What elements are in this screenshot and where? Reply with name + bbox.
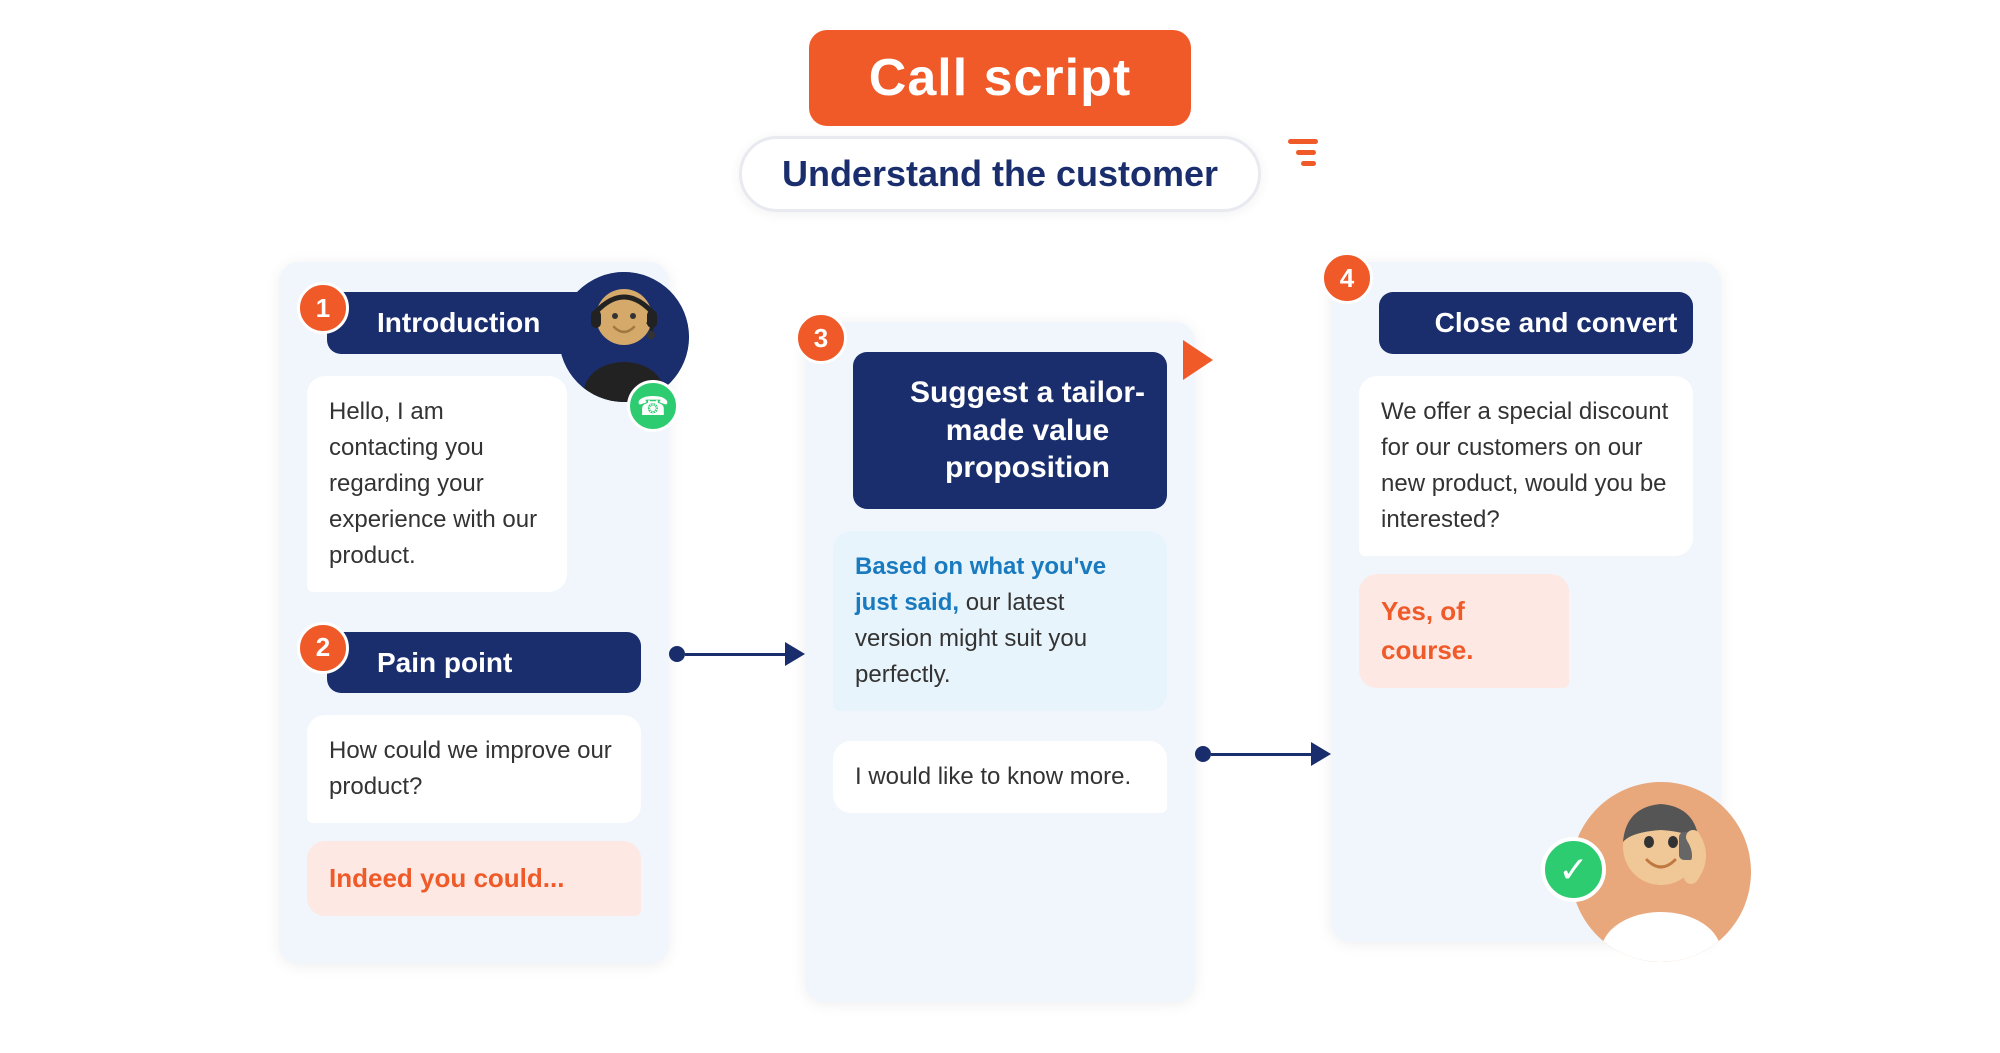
header-area: Call script Understand the customer — [739, 30, 1261, 242]
step3-title: Suggest a tailor-made value proposition — [853, 352, 1167, 509]
step3-bubble1: Based on what you've just said, our late… — [833, 531, 1167, 711]
step1-bubble: Hello, I am contacting you regarding you… — [307, 376, 567, 592]
step4-bubble2: Yes, of course. — [1359, 574, 1569, 688]
dash-decoration — [1288, 139, 1318, 166]
card-step-3: 3 Suggest a tailor-made value propositio… — [805, 322, 1195, 1002]
connector-arrow-1 — [785, 642, 805, 666]
step3-badge: 3 — [795, 312, 847, 364]
step4-bubble1: We offer a special discount for our cust… — [1359, 376, 1693, 556]
connector-line-2 — [1211, 753, 1311, 756]
step2-bubble1: How could we improve our product? — [307, 715, 641, 823]
triangle-decoration — [1183, 340, 1213, 380]
phone-badge: ☎ — [627, 380, 679, 432]
dash-2 — [1296, 150, 1316, 155]
check-badge: ✓ — [1541, 837, 1606, 902]
step2-title: Pain point — [327, 632, 641, 694]
subtitle-badge: Understand the customer — [739, 136, 1261, 212]
step3-bubble2: I would like to know more. — [833, 741, 1167, 813]
connector-1-3 — [669, 642, 805, 666]
card-step-4: 4 Close and convert We offer a special d… — [1331, 262, 1721, 942]
dash-3 — [1301, 161, 1316, 166]
connector-dot-2 — [1195, 746, 1211, 762]
step2-bubble2: Indeed you could... — [307, 841, 641, 916]
step4-badge: 4 — [1321, 252, 1373, 304]
connector-arrow-2 — [1311, 742, 1331, 766]
agent-avatar-circle — [559, 272, 689, 402]
main-content-row: 1 Introduction — [50, 262, 1950, 1002]
connector-3-4 — [1195, 742, 1331, 766]
step1-badge: 1 — [297, 282, 349, 334]
dash-1 — [1288, 139, 1318, 144]
card-steps-1-2: 1 Introduction — [279, 262, 669, 964]
step2-header: 2 Pain point — [307, 632, 641, 694]
connector-line-1 — [685, 653, 785, 656]
main-title: Call script — [809, 30, 1191, 126]
connector-dot-1 — [669, 646, 685, 662]
subtitle-text: Understand the customer — [782, 153, 1218, 194]
agent-avatar-svg — [559, 272, 689, 402]
step4-title: Close and convert — [1379, 292, 1693, 354]
step2-badge: 2 — [297, 622, 349, 674]
